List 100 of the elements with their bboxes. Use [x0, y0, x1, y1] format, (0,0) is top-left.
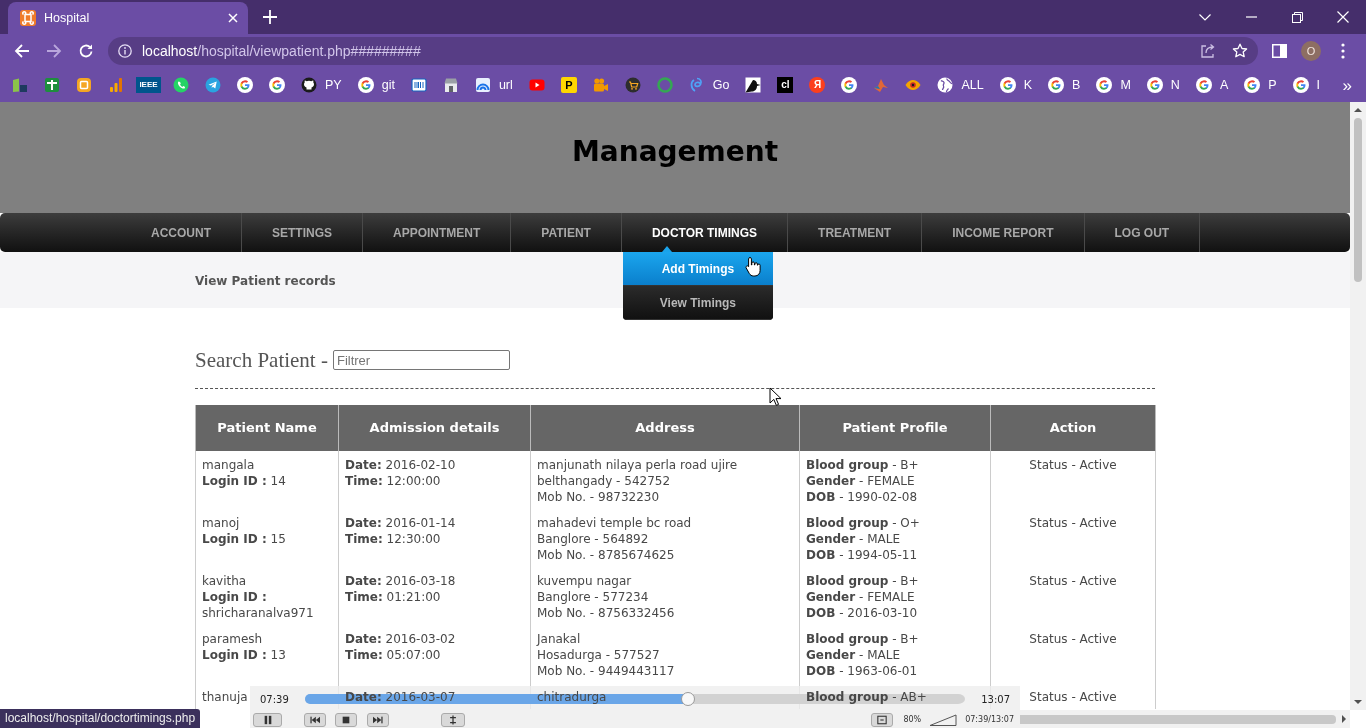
frame-icon — [877, 715, 888, 725]
g-logo-icon — [269, 77, 285, 93]
login-id: Login ID : shricharanalva971 — [202, 589, 315, 621]
menu-icon[interactable] — [1341, 43, 1345, 59]
bookmark[interactable]: M — [1088, 71, 1139, 99]
player-button[interactable] — [367, 713, 389, 727]
admission-date: Date: 2016-03-18 — [345, 573, 456, 589]
more-bookmarks-button[interactable]: » — [1342, 76, 1352, 94]
bookmark[interactable]: P — [1236, 71, 1285, 99]
crossbars-icon — [448, 715, 458, 725]
barcode-icon — [410, 77, 427, 93]
browser-tab[interactable]: Hospital — [8, 2, 248, 34]
patient-name: thanuja — [202, 689, 248, 705]
date-of-birth: DOB - 1990-02-08 — [806, 489, 917, 505]
status-text: Status - Active — [1029, 689, 1117, 705]
street-address: chitradurga — [537, 689, 607, 705]
dropdown-item[interactable]: View Timings — [622, 286, 773, 320]
player-button[interactable] — [253, 713, 282, 727]
scrollbar-thumb[interactable] — [1020, 714, 1336, 724]
peak-icon — [873, 77, 890, 93]
hand-cursor-icon — [745, 256, 761, 278]
g-logo-icon — [1096, 77, 1113, 93]
city-pincode: belthangady - 542752 — [537, 473, 671, 489]
badge-icon — [76, 77, 92, 93]
mobile-number: Mob No. - 98732230 — [537, 489, 660, 505]
blood-group: Blood group - B+ — [806, 573, 919, 589]
admission-date: Date: 2016-03-07 — [345, 689, 456, 705]
restore-icon[interactable] — [1291, 11, 1303, 23]
bookmark[interactable]: Go — [680, 71, 738, 99]
mobile-number: Mob No. - 9449443117 — [537, 663, 675, 679]
share-icon[interactable] — [1200, 43, 1216, 59]
new-tab-icon[interactable] — [263, 10, 277, 24]
admission-date: Date: 2016-03-02 — [345, 631, 456, 647]
patient-name: kavitha — [202, 573, 247, 589]
eye-icon — [905, 77, 922, 93]
minimize-icon[interactable] — [1245, 16, 1257, 18]
bookmark[interactable]: B — [1040, 71, 1089, 99]
bookmark[interactable]: K — [991, 71, 1041, 99]
seek-thumb[interactable] — [680, 692, 695, 706]
skip-back-icon — [310, 715, 320, 725]
bookmark[interactable]: I — [1284, 71, 1329, 99]
status-text: Status - Active — [1029, 457, 1117, 473]
city-pincode: Banglore - 564892 — [537, 531, 649, 547]
bookmark[interactable]: P — [552, 71, 585, 99]
bookmark[interactable]: A — [1187, 71, 1237, 99]
bookmark[interactable]: IEEE — [132, 71, 165, 99]
search-field[interactable]: Filtrer — [332, 350, 510, 370]
column-header: Admission details — [338, 405, 531, 451]
vertical-scrollbar[interactable] — [1350, 102, 1366, 710]
street-address: manjunath nilaya perla road ujire — [537, 457, 738, 473]
player-button[interactable] — [871, 713, 894, 727]
back-arrow-icon[interactable] — [14, 43, 30, 59]
scrollbar-thumb[interactable] — [1354, 118, 1362, 282]
login-id: Login ID : 15 — [202, 531, 286, 547]
close-tab-icon[interactable] — [228, 13, 238, 23]
cross-icon — [44, 77, 60, 93]
admission-time: Time: 01:21:00 — [345, 589, 441, 605]
scroll-right-arrow-icon[interactable] — [1342, 715, 1346, 723]
column-header: Address — [530, 405, 800, 451]
profile-avatar[interactable]: O — [1301, 41, 1321, 61]
bookmark-star-icon[interactable] — [1232, 43, 1248, 59]
blood-group: Blood group - B+ — [806, 631, 919, 647]
bookmark[interactable]: PY — [293, 71, 350, 99]
volume-wedge-icon[interactable] — [929, 714, 958, 726]
login-id: Login ID : 14 — [202, 473, 286, 489]
g-logo-icon — [237, 77, 253, 93]
player-button[interactable] — [335, 713, 357, 727]
forward-arrow-icon[interactable] — [46, 43, 62, 59]
player-button[interactable] — [304, 713, 326, 727]
play-icon — [528, 77, 545, 93]
arrow-cursor-icon — [769, 387, 782, 407]
chevron-down-icon[interactable] — [1199, 13, 1211, 21]
volume-level-text: 80% — [903, 715, 922, 725]
blood-group: Blood group - AB+ — [806, 689, 927, 705]
bookmark[interactable]: ALL — [929, 71, 992, 99]
scroll-up-arrow-icon[interactable] — [1354, 108, 1362, 112]
bookmark[interactable]: url — [466, 71, 521, 99]
reload-icon[interactable] — [78, 43, 94, 59]
dropdown-item[interactable]: Add Timings — [622, 252, 773, 286]
letter-logo: cl — [777, 77, 794, 93]
letter-logo: Я — [809, 77, 826, 93]
bookmark[interactable]: cl — [769, 71, 802, 99]
column-header: Patient Profile — [799, 405, 991, 451]
address-bar[interactable]: localhost/hospital/viewpatient.php######### — [108, 37, 1258, 65]
search-label: Search Patient - — [195, 350, 328, 370]
close-icon[interactable] — [1337, 11, 1349, 23]
letter-logo: IEEE — [136, 77, 161, 93]
side-panel-icon[interactable] — [1271, 44, 1287, 58]
bookmark[interactable]: Я — [801, 71, 834, 99]
bookmark[interactable]: N — [1138, 71, 1188, 99]
status-text: Status - Active — [1029, 573, 1117, 589]
g-logo-icon — [841, 77, 858, 93]
horizontal-scrollbar[interactable] — [1020, 710, 1350, 728]
bookmark[interactable]: git — [349, 71, 403, 99]
admission-time: Time: 12:30:00 — [345, 531, 441, 547]
player-button[interactable] — [441, 713, 465, 727]
seek-slider[interactable] — [304, 692, 966, 706]
cart-icon — [624, 77, 641, 93]
scroll-down-arrow-icon[interactable] — [1354, 700, 1362, 704]
status-text: Status - Active — [1029, 515, 1117, 531]
